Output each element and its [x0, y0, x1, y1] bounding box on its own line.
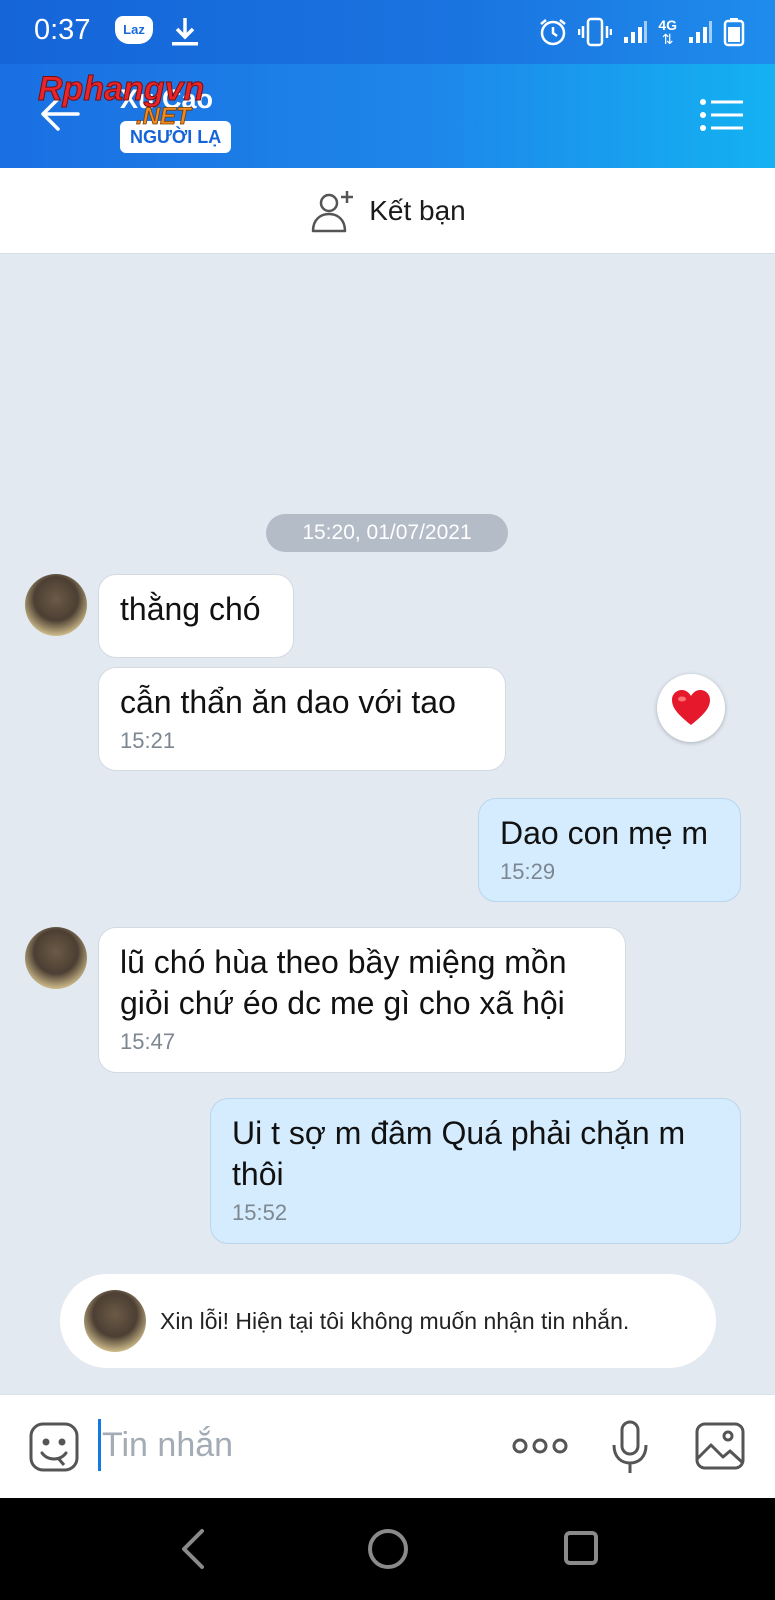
alarm-icon: [540, 19, 567, 46]
reaction-button[interactable]: [657, 674, 725, 742]
add-friend-button[interactable]: Kết bạn: [0, 168, 775, 254]
message-bubble-incoming[interactable]: thằng chó: [98, 574, 294, 658]
sticker-icon[interactable]: [28, 1421, 80, 1473]
battery-icon: [723, 18, 745, 47]
contact-avatar[interactable]: [25, 927, 87, 989]
signal-icon-2: [689, 21, 712, 43]
add-friend-label: Kết bạn: [369, 194, 466, 226]
chat-header: Xu Cao NGƯỜI LẠ Rphangvn .NET: [0, 64, 775, 168]
message-bubble-outgoing[interactable]: Ui t sợ m đâm Quá phải chặn m thôi 15:52: [210, 1098, 741, 1244]
message-text: Ui t sợ m đâm Quá phải chặn m thôi: [232, 1115, 686, 1192]
message-list: 15:20, 01/07/2021 thằng chó cẫn thẩn ăn …: [0, 254, 775, 1394]
contact-avatar[interactable]: [84, 1290, 146, 1352]
message-time: 15:52: [232, 1200, 288, 1225]
data-arrows-icon: ⇅: [661, 31, 674, 47]
message-bubble-outgoing[interactable]: Dao con mẹ m 15:29: [478, 798, 741, 902]
message-text: lũ chó hùa theo bầy miệng mồn giỏi chứ é…: [120, 944, 567, 1021]
download-icon: [172, 18, 198, 46]
message-time: 15:21: [120, 728, 176, 753]
vibrate-icon: [578, 17, 613, 47]
system-nav-bar: [0, 1498, 775, 1600]
lazada-icon: Laz: [115, 16, 153, 44]
image-picker-icon[interactable]: [694, 1421, 746, 1471]
contact-avatar[interactable]: [25, 574, 87, 636]
watermark-logo: Rphangvn .NET: [38, 70, 205, 131]
nav-recents-icon[interactable]: [563, 1530, 599, 1566]
status-time: 0:37: [34, 14, 91, 46]
heart-icon: [672, 690, 710, 725]
nav-home-icon[interactable]: [366, 1527, 410, 1571]
add-friend-icon: [311, 190, 354, 232]
message-text: cẫn thẩn ăn dao với tao: [120, 684, 456, 720]
message-bubble-incoming[interactable]: lũ chó hùa theo bầy miệng mồn giỏi chứ é…: [98, 927, 626, 1073]
message-bubble-incoming[interactable]: cẫn thẩn ăn dao với tao 15:21: [98, 667, 506, 771]
composer-bar: [0, 1394, 775, 1498]
menu-icon[interactable]: [699, 98, 745, 132]
more-options-icon[interactable]: [510, 1431, 570, 1461]
nav-back-icon[interactable]: [178, 1528, 208, 1570]
network-4g-icon: 4G ⇅: [658, 18, 677, 46]
message-text: thằng chó: [120, 591, 261, 627]
message-input[interactable]: [100, 1419, 480, 1471]
svg-text:.NET: .NET: [136, 103, 193, 130]
notice-text: Xin lỗi! Hiện tại tôi không muốn nhận ti…: [160, 1307, 630, 1334]
message-text: Dao con mẹ m: [500, 815, 709, 851]
network-label: 4G: [658, 17, 677, 33]
signal-icon: [624, 21, 648, 43]
auto-reply-notice: Xin lỗi! Hiện tại tôi không muốn nhận ti…: [60, 1274, 716, 1368]
date-separator: 15:20, 01/07/2021: [266, 514, 508, 552]
message-time: 15:47: [120, 1029, 176, 1054]
status-bar: 0:37 Laz 4G ⇅: [0, 0, 775, 64]
status-icons: 4G ⇅: [538, 14, 745, 50]
message-time: 15:29: [500, 859, 556, 884]
microphone-icon[interactable]: [610, 1419, 650, 1475]
